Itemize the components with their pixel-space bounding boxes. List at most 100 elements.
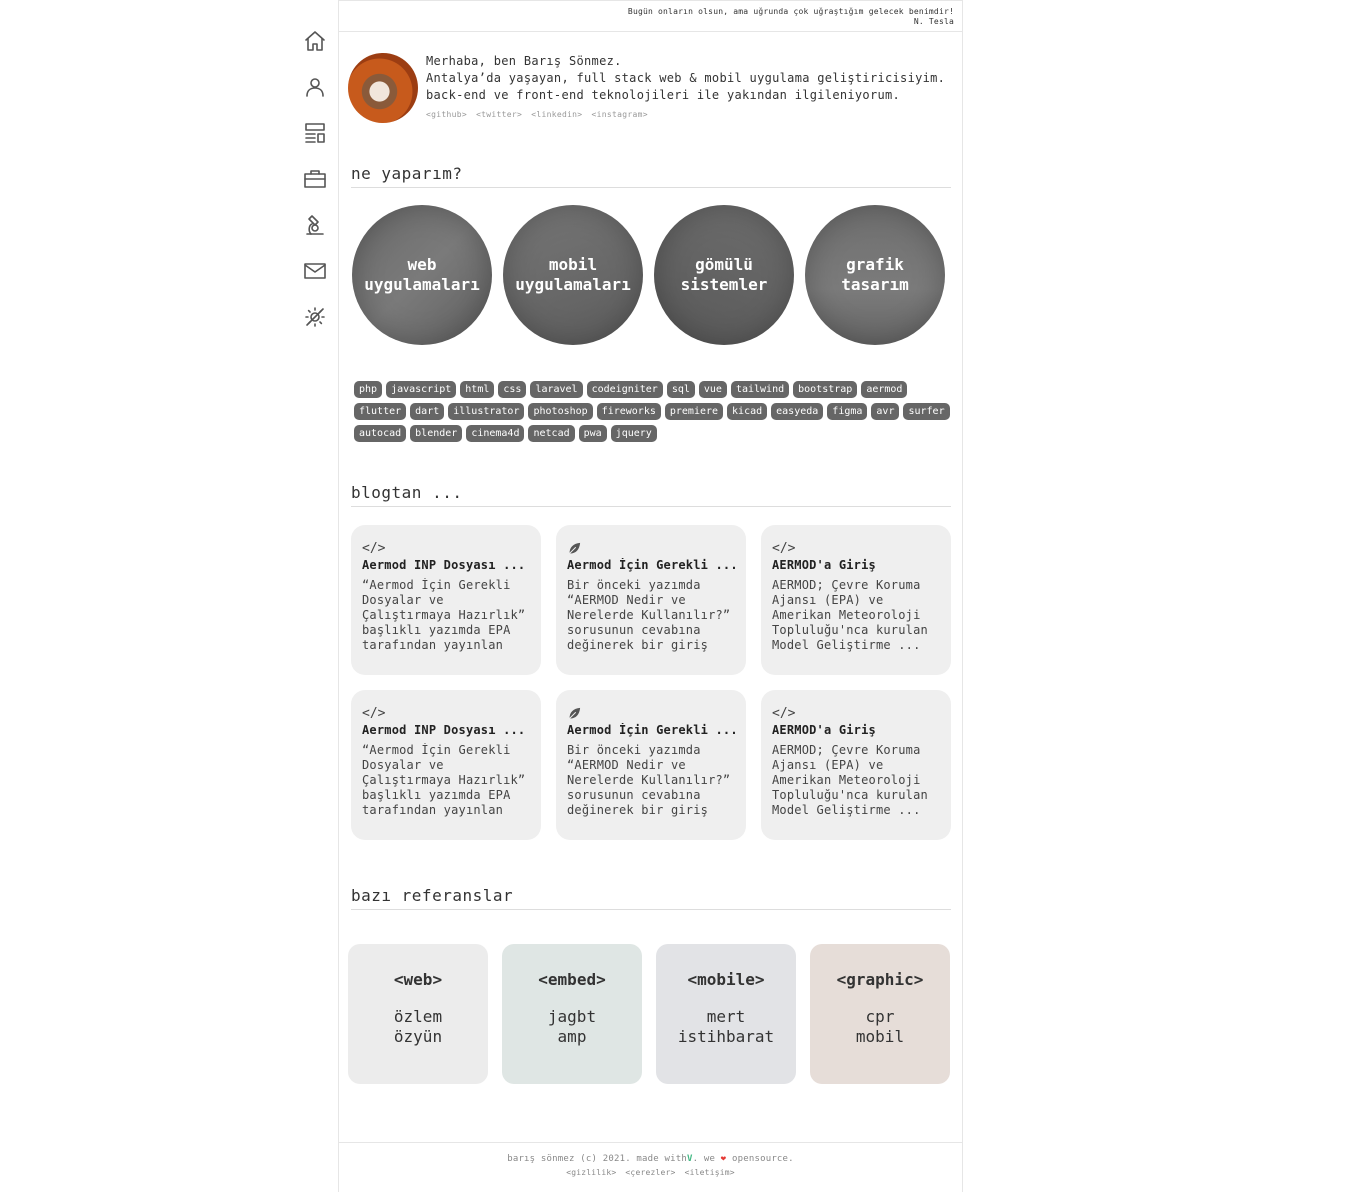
reference-name: özlem özyün (393, 1007, 443, 1046)
skill-tag[interactable]: easyeda (771, 403, 824, 420)
skill-tag[interactable]: css (498, 381, 527, 398)
skill-tag[interactable]: autocad (354, 425, 407, 442)
github-link[interactable]: <github> (426, 110, 467, 119)
contact-link[interactable]: <iletişim> (685, 1168, 735, 1177)
skill-tag[interactable]: sql (666, 381, 695, 398)
footer: barış sönmez (c) 2021. made withV. we ❤ … (339, 1142, 962, 1179)
skill-tag[interactable]: kicad (727, 403, 768, 420)
blog-card[interactable]: Aermod İçin Gerekli ... Bir önceki yazımd… (556, 690, 746, 840)
blog-excerpt: AERMOD; Çevre Koruma Ajansı (EPA) ve Ame… (772, 743, 928, 817)
theme-toggle-icon (305, 307, 325, 327)
instagram-link[interactable]: <instagram> (592, 110, 648, 119)
nav-contact[interactable] (296, 252, 334, 290)
twitter-link[interactable]: <twitter> (476, 110, 522, 119)
skill-tag[interactable]: vue (698, 381, 727, 398)
service-label: uygulamaları (364, 275, 480, 294)
skill-tags: php javascript html css laravel codeigniter sq… (354, 381, 954, 442)
blog-card[interactable]: </> AERMOD'a Giriş AERMOD; Çevre Koruma Aj… (761, 525, 951, 675)
main-content: Bugün onların olsun, ama uğrunda çok uğr… (338, 0, 963, 1192)
home-icon (305, 31, 325, 51)
quote-text: Bugün onların olsun, ama uğrunda çok uğr… (627, 7, 954, 16)
service-label: tasarım (841, 275, 909, 294)
skill-tag[interactable]: tailwind (730, 381, 790, 398)
intro: Merhaba, ben Barış Sönmez. Antalya’da ya… (348, 53, 945, 123)
nav-lab[interactable] (296, 206, 334, 244)
avatar (348, 53, 418, 123)
service-graphic[interactable]: grafik tasarım (805, 205, 945, 345)
blog-excerpt: AERMOD; Çevre Koruma Ajansı (EPA) ve Ame… (772, 578, 928, 652)
nav-theme[interactable] (296, 298, 334, 336)
blog-card[interactable]: Aermod İçin Gerekli ... Bir önceki yazımd… (556, 525, 746, 675)
blog-card[interactable]: </> AERMOD'a Giriş AERMOD; Çevre Koruma Aj… (761, 690, 951, 840)
nav-blog[interactable] (296, 114, 334, 152)
skill-tag[interactable]: php (354, 381, 383, 398)
reference-category: <embed> (538, 970, 606, 989)
skill-tag[interactable]: codeigniter (586, 381, 663, 398)
privacy-link[interactable]: <gizlilik> (566, 1168, 616, 1177)
reference-card[interactable]: <web> özlem özyün (348, 944, 488, 1084)
blog-excerpt: Bir önceki yazımda “AERMOD Nedir ve Nere… (567, 578, 731, 652)
skill-tag[interactable]: photoshop (528, 403, 593, 420)
intro-description: Antalya’da yaşayan, full stack web & mob… (426, 71, 946, 85)
heart-icon: ❤ (720, 1154, 727, 1164)
skill-tag[interactable]: jquery (610, 425, 657, 442)
reference-card[interactable]: <mobile> mert istihbarat (656, 944, 796, 1084)
skill-tag[interactable]: surfer (903, 403, 950, 420)
blog-card[interactable]: </> Aermod INP Dosyası ... “Aermod İçin Ge… (351, 525, 541, 675)
service-web[interactable]: web uygulamaları (352, 205, 492, 345)
nav-home[interactable] (296, 22, 334, 60)
skill-tag[interactable]: netcad (528, 425, 575, 442)
skill-tag[interactable]: blender (410, 425, 463, 442)
quote-author: N. Tesla (913, 17, 954, 26)
skill-tag[interactable]: javascript (386, 381, 457, 398)
reference-name: jagbt amp (547, 1007, 597, 1046)
reference-category: <mobile> (687, 970, 765, 989)
blog-title: Aermod İçin Gerekli ... (567, 558, 735, 572)
linkedin-link[interactable]: <linkedin> (531, 110, 582, 119)
reference-category: <graphic> (836, 970, 924, 989)
blog-title: Aermod INP Dosyası ... (362, 723, 526, 737)
blog-card[interactable]: </> Aermod INP Dosyası ... “Aermod İçin Ge… (351, 690, 541, 840)
reference-card[interactable]: <graphic> cpr mobil (810, 944, 950, 1084)
skill-tag[interactable]: avr (871, 403, 900, 420)
services-heading: ne yaparım? (351, 164, 951, 188)
blog-title: Aermod INP Dosyası ... (362, 558, 526, 572)
skill-tag[interactable]: bootstrap (793, 381, 858, 398)
references-list: <web> özlem özyün <embed> jagbt amp <mobil… (348, 944, 950, 1084)
service-label: mobil (548, 255, 598, 274)
intro-interest: back-end ve front-end teknolojileri ile … (426, 88, 901, 102)
skill-tag[interactable]: fireworks (596, 403, 661, 420)
social-links: <github> <twitter> <linkedin> <instagram… (426, 106, 945, 123)
blog-title: AERMOD'a Giriş (772, 558, 876, 572)
blog-title: AERMOD'a Giriş (772, 723, 876, 737)
nav-about[interactable] (296, 68, 334, 106)
service-embedded[interactable]: gömülü sistemler (654, 205, 794, 345)
skill-tag[interactable]: aermod (861, 381, 908, 398)
quote: Bugün onların olsun, ama uğrunda çok uğr… (339, 1, 962, 32)
mail-icon (304, 263, 326, 279)
skill-tag[interactable]: premiere (664, 403, 724, 420)
skill-tag[interactable]: flutter (354, 403, 407, 420)
reference-card[interactable]: <embed> jagbt amp (502, 944, 642, 1084)
skill-tag[interactable]: laravel (530, 381, 583, 398)
skill-tag[interactable]: cinema4d (466, 425, 525, 442)
user-icon (306, 78, 324, 97)
footer-credit: barış sönmez (c) 2021. made withV. we ❤ … (507, 1154, 794, 1164)
service-label: grafik (846, 255, 904, 274)
leaf-icon (567, 706, 735, 722)
service-label: sistemler (680, 275, 768, 294)
references-heading: bazı referanslar (351, 886, 951, 910)
cookies-link[interactable]: <çerezler> (625, 1168, 675, 1177)
nav-portfolio[interactable] (296, 160, 334, 198)
skill-tag[interactable]: html (460, 381, 495, 398)
skill-tag[interactable]: dart (410, 403, 445, 420)
service-mobile[interactable]: mobil uygulamaları (503, 205, 643, 345)
blog-excerpt: Bir önceki yazımda “AERMOD Nedir ve Nere… (567, 743, 731, 817)
service-label: web (407, 255, 437, 274)
blog-excerpt: “Aermod İçin Gerekli Dosyalar ve Çalıştı… (362, 578, 526, 652)
reference-name: mert istihbarat (677, 1007, 775, 1046)
reference-name: cpr mobil (855, 1007, 905, 1046)
skill-tag[interactable]: pwa (578, 425, 607, 442)
skill-tag[interactable]: figma (827, 403, 868, 420)
skill-tag[interactable]: illustrator (448, 403, 525, 420)
